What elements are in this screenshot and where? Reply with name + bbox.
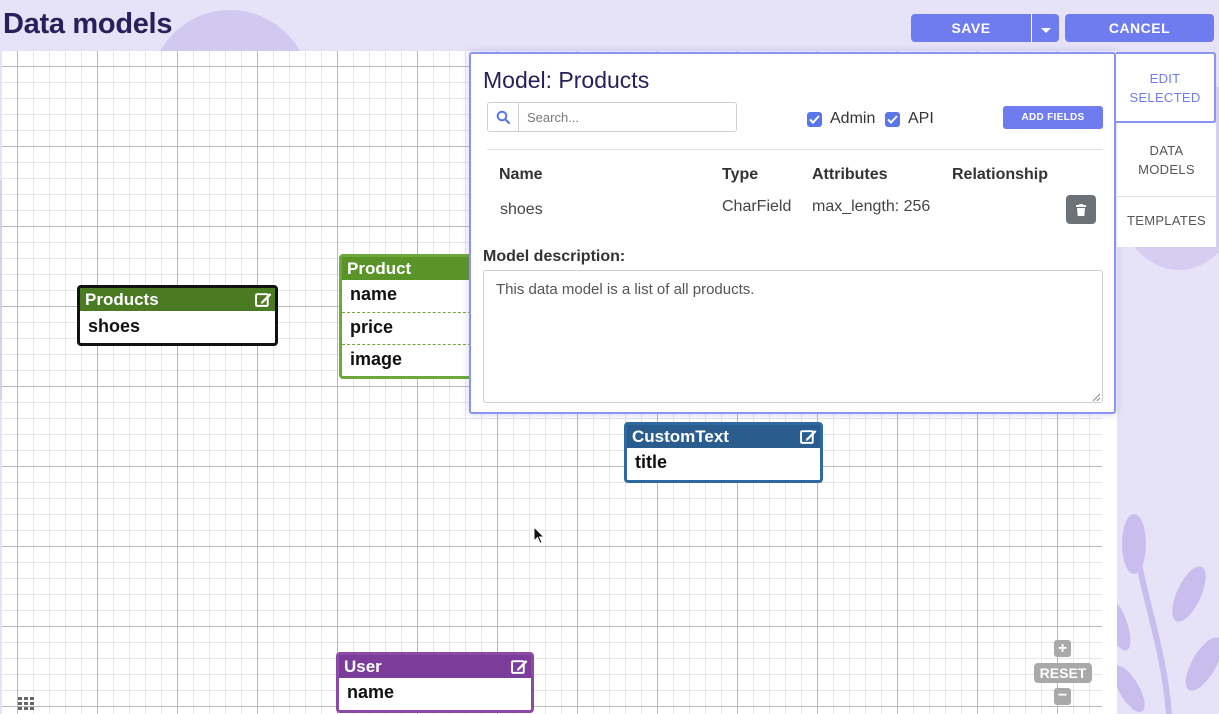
api-label: API (908, 110, 934, 127)
tab-label: MODELS (1138, 162, 1195, 177)
zoom-out-button[interactable]: − (1054, 688, 1071, 705)
model-description-textarea[interactable]: This data model is a list of all product… (483, 270, 1103, 403)
model-node-product[interactable]: Product name price image (339, 254, 479, 379)
api-checkbox[interactable]: API (885, 110, 934, 128)
tab-label: SELECTED (1129, 90, 1201, 105)
page-title: Data models (3, 8, 173, 40)
save-button[interactable]: SAVE (911, 14, 1031, 42)
model-node-customtext[interactable]: CustomText title (624, 422, 823, 483)
delete-field-button[interactable] (1066, 195, 1096, 224)
node-field[interactable]: title (627, 448, 820, 480)
search-icon (496, 110, 510, 124)
column-header-name: Name (499, 166, 543, 183)
node-field[interactable]: name (339, 678, 531, 710)
field-type-cell[interactable]: CharField (722, 198, 791, 216)
description-label: Model description: (483, 248, 626, 265)
grid-menu-icon[interactable] (18, 697, 34, 711)
tab-templates[interactable]: TEMPLATES (1116, 197, 1216, 247)
node-field[interactable]: image (342, 344, 476, 376)
admin-label: Admin (830, 110, 876, 127)
admin-checkbox[interactable]: Admin (807, 110, 875, 128)
node-header[interactable]: CustomText (627, 425, 820, 448)
zoom-in-button[interactable]: + (1054, 640, 1071, 657)
checkbox-checked-icon (807, 111, 822, 127)
node-title: User (344, 657, 382, 676)
model-node-products[interactable]: Products shoes (77, 285, 278, 346)
node-header[interactable]: Product (342, 257, 476, 280)
node-header[interactable]: User (339, 655, 531, 678)
save-options-dropdown[interactable] (1031, 14, 1059, 42)
node-title: CustomText (632, 427, 729, 446)
node-header[interactable]: Products (80, 288, 275, 311)
panel-title: Model: Products (483, 67, 650, 93)
resize-grip-icon[interactable] (1091, 392, 1101, 402)
edit-icon[interactable] (511, 658, 528, 675)
leaf-decoration (1109, 504, 1219, 714)
tab-data-models[interactable]: DATA MODELS (1116, 123, 1216, 197)
side-tabs: EDIT SELECTED DATA MODELS TEMPLATES (1116, 52, 1216, 247)
field-name-cell[interactable]: shoes (500, 201, 543, 219)
chevron-down-icon (1040, 28, 1051, 33)
minus-icon: − (1057, 687, 1068, 704)
edit-icon[interactable] (800, 428, 817, 445)
model-node-user[interactable]: User name (336, 652, 534, 713)
column-header-attributes: Attributes (812, 166, 888, 183)
plus-icon: + (1057, 640, 1068, 657)
cancel-button[interactable]: CANCEL (1065, 14, 1214, 42)
field-attributes-cell[interactable]: max_length: 256 (812, 198, 930, 216)
edit-icon[interactable] (255, 291, 272, 308)
node-title: Product (347, 259, 412, 278)
node-field[interactable]: name (342, 280, 476, 312)
node-field[interactable]: shoes (80, 311, 275, 343)
tab-edit-selected[interactable]: EDIT SELECTED (1116, 52, 1216, 123)
tab-label: TEMPLATES (1126, 213, 1207, 228)
column-header-relationship: Relationship (952, 166, 1049, 183)
save-button-group: SAVE (911, 14, 1059, 42)
add-fields-button[interactable]: ADD FIELDS (1003, 106, 1103, 129)
search-icon-wrap (488, 103, 519, 131)
edit-model-panel: Model: Products Admin API ADD FIELDS Nam… (469, 52, 1116, 414)
mouse-cursor-icon (533, 526, 545, 545)
divider (487, 149, 1103, 150)
node-title: Products (85, 290, 159, 309)
tab-label: DATA (1149, 143, 1184, 158)
search-input[interactable] (519, 104, 729, 130)
checkbox-checked-icon (885, 111, 900, 127)
node-field[interactable]: price (342, 312, 476, 344)
trash-icon (1076, 203, 1086, 216)
zoom-reset-button[interactable]: RESET (1034, 663, 1092, 683)
search-field[interactable] (487, 102, 737, 132)
column-header-type: Type (722, 166, 759, 183)
tab-label: EDIT (1149, 71, 1181, 86)
